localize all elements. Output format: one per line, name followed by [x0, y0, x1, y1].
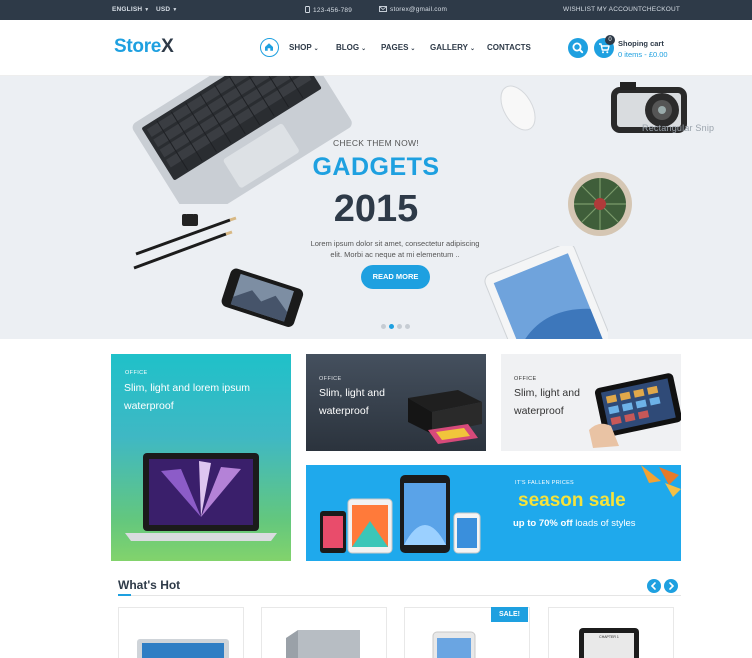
slider-dot-active[interactable]: [389, 324, 394, 329]
nav-shop[interactable]: SHOP ⌄: [289, 43, 319, 52]
hero-text-line: elit. Morbi ac neque at mi elementum ..: [330, 250, 460, 259]
mouse-image: [500, 85, 536, 131]
slider-dot[interactable]: [381, 324, 386, 329]
phone-icon: [305, 6, 310, 13]
chevron-down-icon: ⌄: [313, 46, 319, 52]
sale-kicker: IT'S FALLEN PRICES: [515, 480, 575, 486]
nav-label: CONTACTS: [487, 43, 531, 52]
banner-line: Slim, light and: [514, 387, 580, 399]
home-icon: [265, 43, 273, 51]
cart-summary[interactable]: 0 items - £0.00: [618, 50, 668, 59]
search-button[interactable]: [568, 38, 588, 58]
product-card[interactable]: [118, 607, 244, 658]
section-divider: [131, 595, 681, 596]
sale-discount: up to 70% off: [513, 518, 573, 529]
hero-kicker: CHECK THEM NOW!: [332, 138, 420, 148]
section-title: What's Hot: [118, 578, 181, 592]
mail-icon: [379, 6, 387, 12]
phone-info: 123-456-789: [305, 6, 352, 14]
sale-subtitle: up to 70% off loads of styles: [513, 518, 635, 529]
cart-count-badge: 0: [605, 35, 615, 45]
nav-label: SHOP: [289, 43, 312, 52]
logo-accent: X: [161, 36, 174, 57]
hero-title: GADGETS: [312, 153, 440, 181]
header: StoreX SHOP ⌄ BLOG ⌄ PAGES ⌄ GALLERY ⌄ CONTA…: [0, 20, 752, 76]
macbook-image: [125, 453, 277, 541]
logo[interactable]: StoreX: [114, 36, 174, 58]
banner-line: waterproof: [124, 400, 174, 412]
banner-line: waterproof: [319, 405, 369, 417]
section-underline: [118, 594, 131, 596]
my-account-link[interactable]: MY ACCOUNT: [597, 6, 642, 13]
next-button[interactable]: [664, 579, 678, 593]
laptop-product-image: [137, 639, 229, 658]
chevron-down-icon: ⌄: [410, 46, 416, 52]
banner-tag: OFFICE: [514, 376, 537, 382]
banner-text: Slim, light and lorem ipsum waterproof: [124, 379, 250, 415]
leaves-image: [641, 465, 681, 497]
banner-text: Slim, light and waterproof: [319, 384, 385, 420]
banner-line: waterproof: [514, 405, 564, 417]
banner-tag: OFFICE: [125, 370, 148, 376]
product-card[interactable]: [261, 607, 387, 658]
sale-title: season sale: [518, 490, 626, 511]
banner-line: Slim, light and lorem ipsum: [124, 382, 251, 394]
currency-selector[interactable]: USD ▼: [156, 6, 177, 13]
server-product-image: [286, 630, 360, 658]
tablet-image: [484, 246, 608, 339]
printer-image: [408, 390, 482, 444]
smartphone-image: [221, 268, 304, 327]
slider-dot[interactable]: [397, 324, 402, 329]
snip-overlay-label: Rectangular Snip: [642, 123, 715, 133]
hero-slider[interactable]: Rectangular Snip CHECK THEM NOW! GADGETS…: [0, 76, 752, 339]
chevron-right-icon: [669, 582, 675, 590]
hero-year: 2015: [333, 188, 419, 230]
banner-tag: OFFICE: [319, 376, 342, 382]
banner-line: Slim, light and: [319, 387, 385, 399]
nav-label: PAGES: [381, 43, 409, 52]
email-address: storex@gmail.com: [390, 6, 448, 13]
chevron-down-icon: ▼: [172, 7, 178, 13]
promo-banner-printer[interactable]: OFFICE Slim, light and waterproof: [306, 354, 486, 451]
cart-title[interactable]: Shoping cart: [618, 39, 664, 48]
nav-label: GALLERY: [430, 43, 468, 52]
promo-banner-macbook[interactable]: OFFICE Slim, light and lorem ipsum water…: [111, 354, 291, 561]
nav-label: BLOG: [336, 43, 360, 52]
season-sale-banner[interactable]: [306, 465, 681, 561]
nav-pages[interactable]: PAGES ⌄: [381, 43, 415, 52]
email-info[interactable]: storex@gmail.com: [379, 6, 447, 13]
chevron-down-icon: ▼: [144, 7, 150, 13]
nav-gallery[interactable]: GALLERY ⌄: [430, 43, 475, 52]
banner-text: Slim, light and waterproof: [514, 384, 580, 420]
page: ENGLISH ▼ USD ▼ 123-456-789 storex@gmail.c…: [0, 0, 752, 658]
read-more-button[interactable]: READ MORE: [361, 265, 430, 289]
top-bar: ENGLISH ▼ USD ▼ 123-456-789 storex@gmail.c…: [0, 0, 752, 20]
search-icon: [572, 42, 584, 54]
product-card[interactable]: CHAPTER 1: [548, 607, 674, 658]
slider-dot[interactable]: [405, 324, 410, 329]
ereader-product-image: [579, 628, 639, 658]
nav-contacts[interactable]: CONTACTS: [487, 43, 531, 52]
currency-label: USD: [156, 6, 171, 13]
promo-banner-tablet[interactable]: OFFICE Slim, light and waterproof: [501, 354, 681, 451]
logo-text: Store: [114, 36, 162, 57]
sale-suffix: loads of styles: [575, 518, 636, 529]
language-selector[interactable]: ENGLISH ▼: [112, 6, 149, 13]
prev-button[interactable]: [647, 579, 661, 593]
phone-number: 123-456-789: [313, 7, 353, 14]
ereader-chapter-label: CHAPTER 1: [599, 635, 619, 639]
devices-image: [320, 475, 481, 554]
language-label: ENGLISH: [112, 6, 143, 13]
chevron-down-icon: ⌄: [361, 46, 367, 52]
wishlist-link[interactable]: WISHLIST: [563, 6, 595, 13]
hand-tablet-image: [589, 373, 681, 448]
home-button[interactable]: [260, 38, 279, 57]
hero-text-line: Lorem ipsum dolor sit amet, consectetur …: [310, 239, 480, 248]
hero-description: Lorem ipsum dolor sit amet, consectetur …: [300, 238, 490, 260]
nav-blog[interactable]: BLOG ⌄: [336, 43, 366, 52]
chevron-left-icon: [650, 582, 656, 590]
sale-badge: SALE!: [491, 607, 528, 622]
checkout-link[interactable]: CHECKOUT: [642, 6, 680, 13]
chevron-down-icon: ⌄: [469, 46, 475, 52]
